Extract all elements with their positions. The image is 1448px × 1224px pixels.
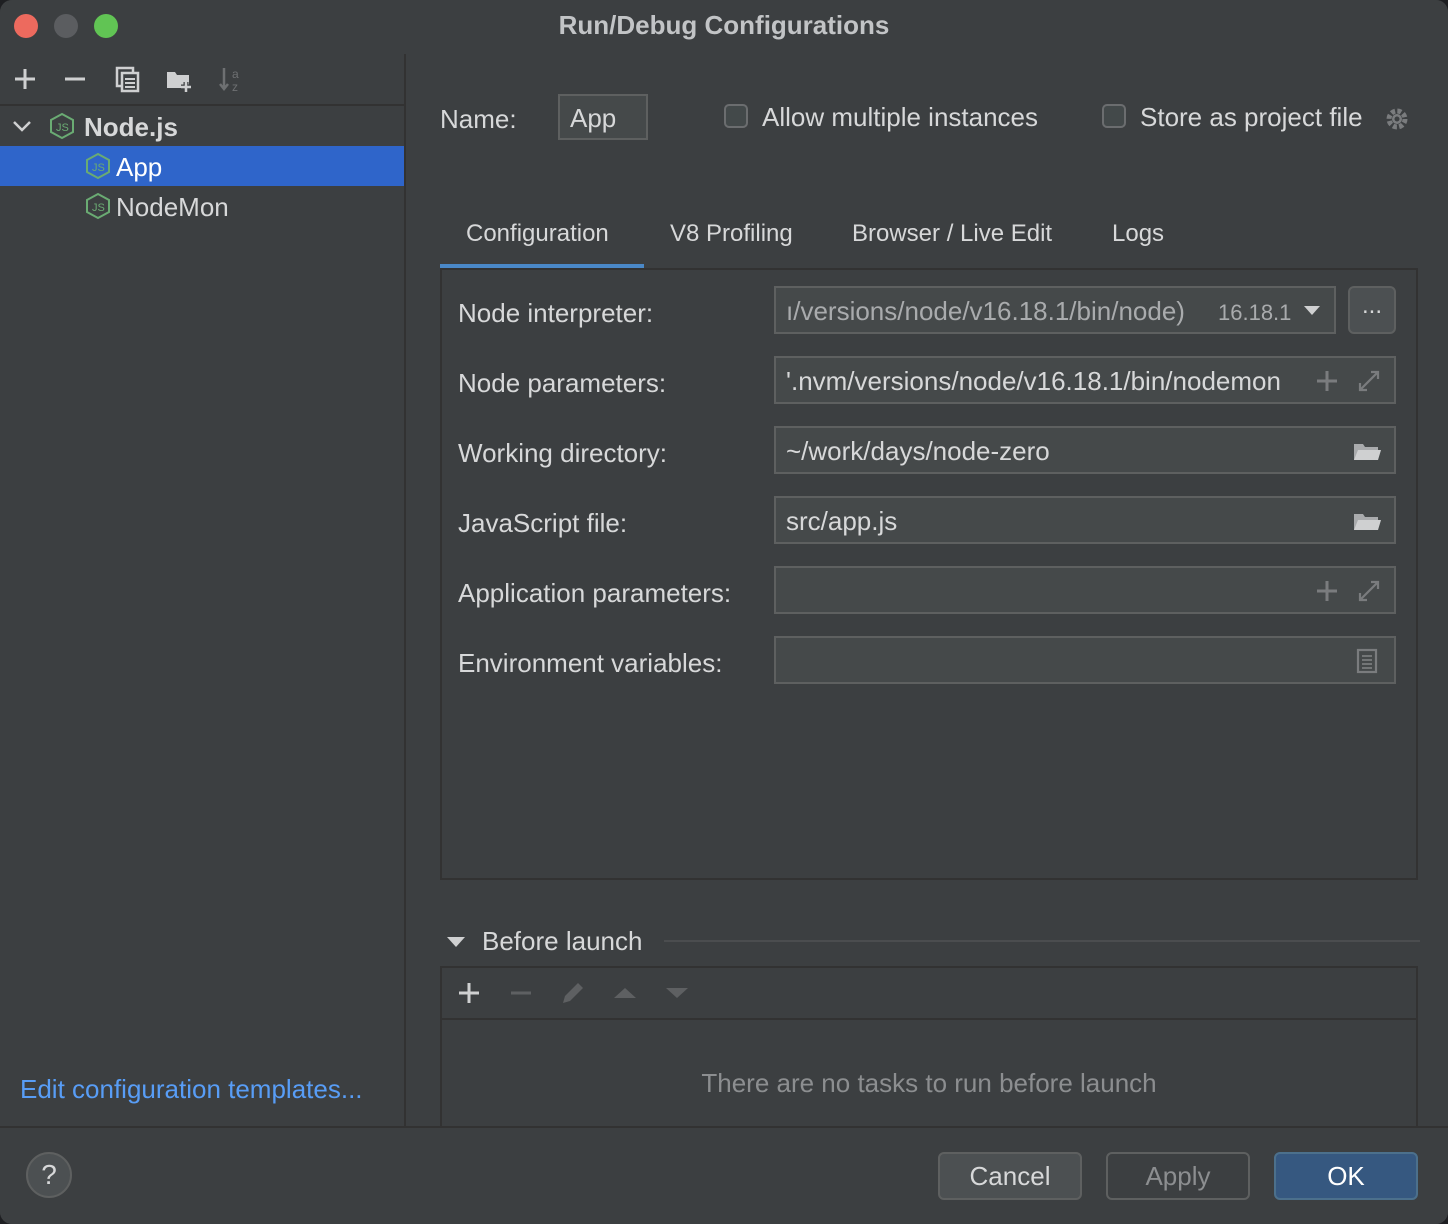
apply-button[interactable]: Apply (1106, 1152, 1250, 1200)
add-icon[interactable] (1312, 366, 1342, 396)
store-project-checkbox[interactable] (1102, 104, 1126, 128)
dialog-footer: ? Cancel Apply OK (0, 1126, 1448, 1224)
folder-icon[interactable] (1352, 436, 1382, 466)
configuration-panel: Node interpreter: ı/versions/node/v16.18… (440, 268, 1418, 880)
sort-icon[interactable]: a z (216, 64, 246, 94)
tab-browser-live-edit[interactable]: Browser / Live Edit (852, 220, 1052, 248)
node-interpreter-label: Node interpreter: (458, 298, 654, 328)
collapse-triangle-icon[interactable] (446, 934, 466, 950)
before-launch-title: Before launch (482, 926, 643, 956)
nodejs-icon: JS (50, 112, 74, 140)
browse-interpreters-button[interactable]: ... (1348, 286, 1396, 334)
allow-multiple-label[interactable]: Allow multiple instances (762, 102, 1038, 133)
name-input[interactable]: App (558, 94, 648, 140)
tree-group-label: Node.js (84, 112, 178, 142)
help-button[interactable]: ? (26, 1152, 72, 1198)
move-up-icon[interactable] (610, 978, 640, 1008)
name-label: Name: (440, 104, 517, 134)
node-parameters-input[interactable]: '.nvm/versions/node/v16.18.1/bin/nodemon (774, 356, 1396, 404)
chevron-down-icon[interactable] (1302, 302, 1322, 318)
svg-text:z: z (232, 80, 238, 94)
before-launch-header[interactable]: Before launch (446, 926, 1420, 962)
sidebar-toolbar: a z (0, 54, 404, 106)
working-directory-input[interactable]: ~/work/days/node-zero (774, 426, 1396, 474)
allow-multiple-checkbox[interactable] (724, 104, 748, 128)
remove-icon[interactable] (60, 64, 90, 94)
svg-text:a: a (232, 67, 239, 81)
environment-variables-label: Environment variables: (458, 648, 723, 678)
run-debug-dialog: Run/Debug Configurations a z JS Node.js … (0, 0, 1448, 1224)
working-directory-value: ~/work/days/node-zero (786, 436, 1050, 466)
working-directory-label: Working directory: (458, 438, 668, 468)
expand-icon[interactable] (1354, 576, 1384, 606)
node-version-badge: 16.18.1 (1218, 300, 1292, 325)
configurations-sidebar: a z JS Node.js JS App JS NodeMon Edit co… (0, 54, 406, 1126)
config-tabs: Configuration V8 Profiling Browser / Liv… (440, 214, 1416, 270)
node-interpreter-value: ı/versions/node/v16.18.1/bin/node) (786, 296, 1185, 326)
javascript-file-value: src/app.js (786, 506, 898, 536)
tree-item-app[interactable]: JS App (0, 146, 404, 186)
window-title: Run/Debug Configurations (558, 10, 890, 40)
add-icon[interactable] (1312, 576, 1342, 606)
tree-item-nodemon[interactable]: JS NodeMon (0, 186, 404, 226)
node-interpreter-select[interactable]: ı/versions/node/v16.18.1/bin/node) 16.18… (774, 286, 1336, 334)
svg-text:JS: JS (92, 162, 105, 174)
application-parameters-input[interactable] (774, 566, 1396, 614)
copy-icon[interactable] (112, 64, 142, 94)
before-launch-empty-text: There are no tasks to run before launch (701, 1068, 1157, 1098)
tree-group-nodejs[interactable]: JS Node.js (0, 106, 404, 146)
application-parameters-label: Application parameters: (458, 578, 732, 608)
ok-button[interactable]: OK (1274, 1152, 1418, 1200)
add-icon[interactable] (10, 64, 40, 94)
nodejs-icon: JS (86, 152, 110, 180)
before-launch-toolbar (442, 968, 1416, 1020)
expand-icon[interactable] (1354, 366, 1384, 396)
svg-text:JS: JS (56, 122, 69, 134)
node-parameters-value: '.nvm/versions/node/v16.18.1/bin/nodemon (786, 366, 1281, 396)
gear-icon[interactable] (1382, 104, 1412, 134)
node-parameters-label: Node parameters: (458, 368, 667, 398)
svg-text:JS: JS (92, 202, 105, 214)
cancel-button[interactable]: Cancel (938, 1152, 1082, 1200)
before-launch-box: There are no tasks to run before launch (440, 966, 1418, 1136)
javascript-file-input[interactable]: src/app.js (774, 496, 1396, 544)
chevron-down-icon[interactable] (10, 114, 34, 138)
edit-icon[interactable] (558, 978, 588, 1008)
move-down-icon[interactable] (662, 978, 692, 1008)
tab-configuration[interactable]: Configuration (466, 220, 609, 248)
title-bar: Run/Debug Configurations (0, 0, 1448, 54)
tree-item-label: App (116, 152, 163, 182)
store-project-label[interactable]: Store as project file (1140, 102, 1363, 133)
remove-icon[interactable] (506, 978, 536, 1008)
nodejs-icon: JS (86, 192, 110, 220)
new-folder-icon[interactable] (164, 64, 194, 94)
edit-templates-link[interactable]: Edit configuration templates... (20, 1074, 363, 1105)
tree-item-label: NodeMon (116, 192, 229, 222)
environment-variables-input[interactable] (774, 636, 1396, 684)
tab-v8-profiling[interactable]: V8 Profiling (670, 220, 793, 248)
before-launch-divider (664, 940, 1420, 942)
tab-logs[interactable]: Logs (1112, 220, 1164, 248)
javascript-file-label: JavaScript file: (458, 508, 628, 538)
document-icon[interactable] (1352, 646, 1382, 676)
folder-icon[interactable] (1352, 506, 1382, 536)
configuration-editor: Name: App Allow multiple instances Store… (406, 54, 1448, 1136)
add-icon[interactable] (454, 978, 484, 1008)
